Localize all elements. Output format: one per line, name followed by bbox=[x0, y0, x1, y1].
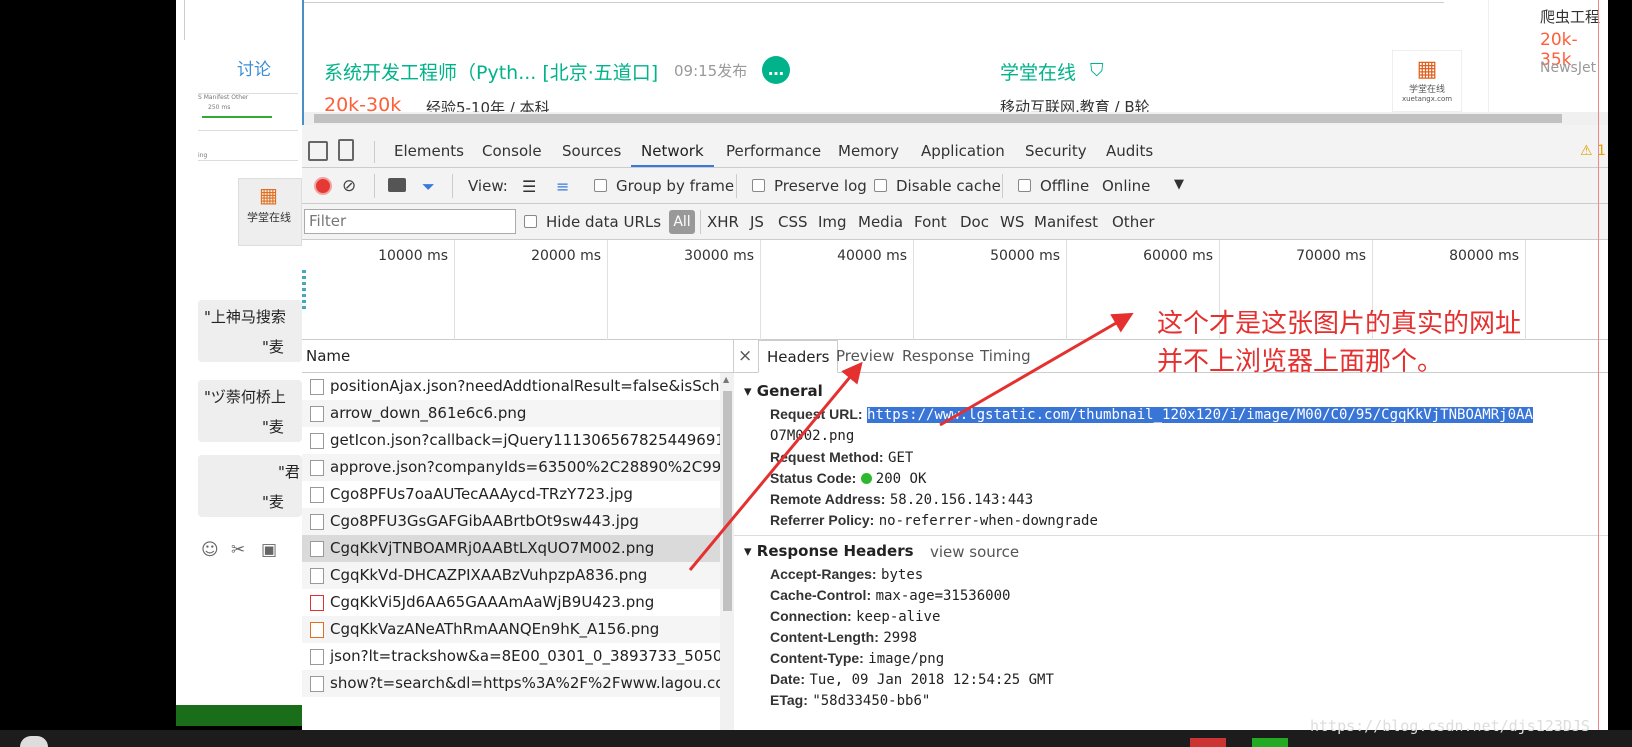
arrow-to-request-url bbox=[939, 312, 1134, 427]
annotation-line1: 这个才是这张图片的真实的网址 bbox=[1157, 309, 1522, 339]
right-edge bbox=[1608, 0, 1632, 747]
start-button-icon[interactable] bbox=[20, 736, 48, 747]
red-guide-line bbox=[1598, 0, 1599, 730]
arrow-to-headers-tab bbox=[688, 361, 863, 571]
watermark: https://blog.csdn.net/djs123DJS bbox=[1310, 717, 1590, 735]
taskbar-app-icon[interactable] bbox=[1190, 738, 1226, 747]
annotation-line2: 并不上浏览器上面那个。 bbox=[1157, 347, 1444, 377]
annotation-note: 这个才是这张图片的真实的网址 并不上浏览器上面那个。 bbox=[1157, 305, 1521, 381]
taskbar-app-icon[interactable] bbox=[1252, 738, 1288, 747]
screen: 讨论 S Manifest Other 250 ms ing ▦ 学堂在线 "上… bbox=[0, 0, 1632, 747]
